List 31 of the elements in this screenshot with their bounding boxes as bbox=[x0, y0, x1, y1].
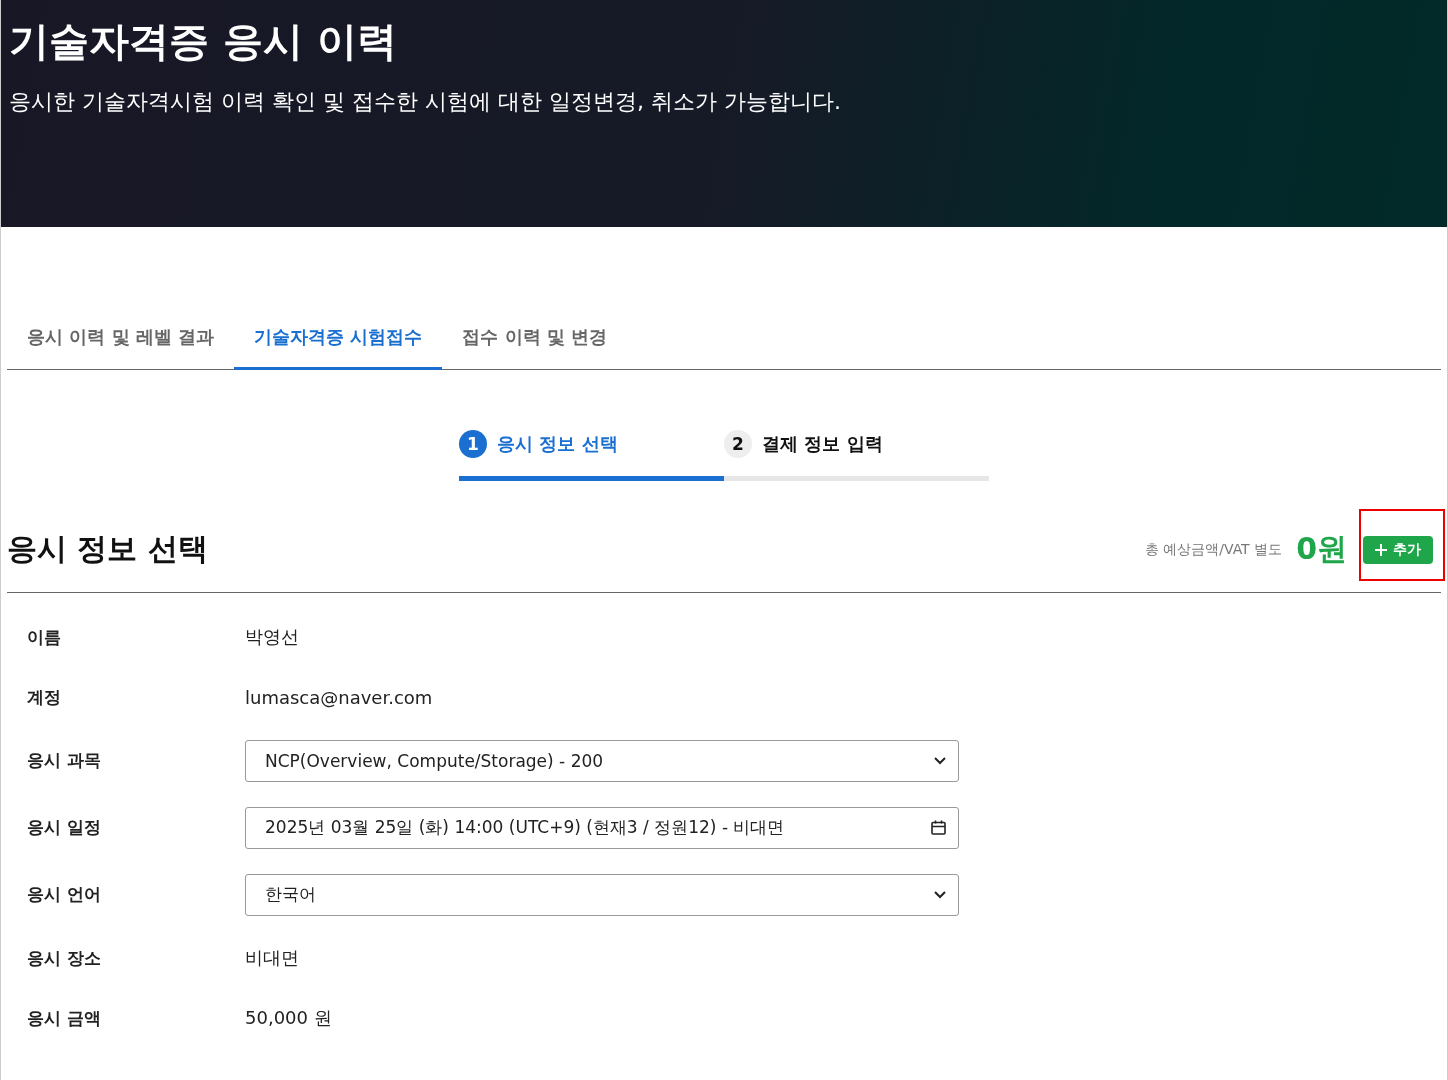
field-label: 응시 과목 bbox=[27, 749, 102, 772]
total-label: 총 예상금액/VAT 별도 bbox=[1144, 540, 1283, 559]
page-subtitle: 응시한 기술자격시험 이력 확인 및 접수한 시험에 대한 일정변경, 취소가 가능합니다. bbox=[9, 88, 842, 116]
field-value: 50,000 원 bbox=[245, 1007, 332, 1028]
calendar-icon bbox=[931, 820, 946, 835]
field-label: 응시 일정 bbox=[27, 816, 102, 839]
date-field[interactable]: 2025년 03월 25일 (화) 14:00 (UTC+9) (현재3 / 정원12) - 비대면 bbox=[245, 806, 959, 849]
field-label: 응시 장소 bbox=[27, 946, 102, 970]
step-label: 응시 정보 선택 bbox=[497, 432, 618, 456]
select-field[interactable]: 한국어 bbox=[245, 873, 959, 916]
field-value: 박영선 bbox=[245, 626, 299, 647]
step-number: 2 bbox=[724, 430, 752, 458]
total-amount: 0원 bbox=[1296, 530, 1347, 568]
add-button[interactable]: 추가 bbox=[1363, 535, 1433, 564]
field-value: 비대면 bbox=[245, 947, 299, 968]
field-label: 계정 bbox=[27, 685, 62, 709]
section-title: 응시 정보 선택 bbox=[7, 530, 209, 568]
chevron-down-icon bbox=[934, 890, 946, 899]
step-number: 1 bbox=[459, 430, 487, 458]
field-label: 응시 금액 bbox=[27, 1006, 102, 1030]
tab[interactable]: 접수 이력 및 변경 bbox=[442, 309, 628, 370]
tab[interactable]: 기술자격증 시험접수 bbox=[234, 309, 443, 370]
select-field[interactable]: NCP(Overview, Compute/Storage) - 200 bbox=[245, 739, 959, 782]
field-label: 이름 bbox=[27, 625, 62, 649]
step-label: 결제 정보 입력 bbox=[762, 432, 883, 456]
page-title: 기술자격증 응시 이력 bbox=[9, 17, 398, 66]
field-value: lumasca@naver.com bbox=[245, 686, 433, 708]
chevron-down-icon bbox=[934, 756, 946, 765]
field-label: 응시 언어 bbox=[27, 883, 102, 906]
tab[interactable]: 응시 이력 및 레벨 결과 bbox=[7, 309, 235, 370]
plus-icon bbox=[1375, 543, 1387, 556]
